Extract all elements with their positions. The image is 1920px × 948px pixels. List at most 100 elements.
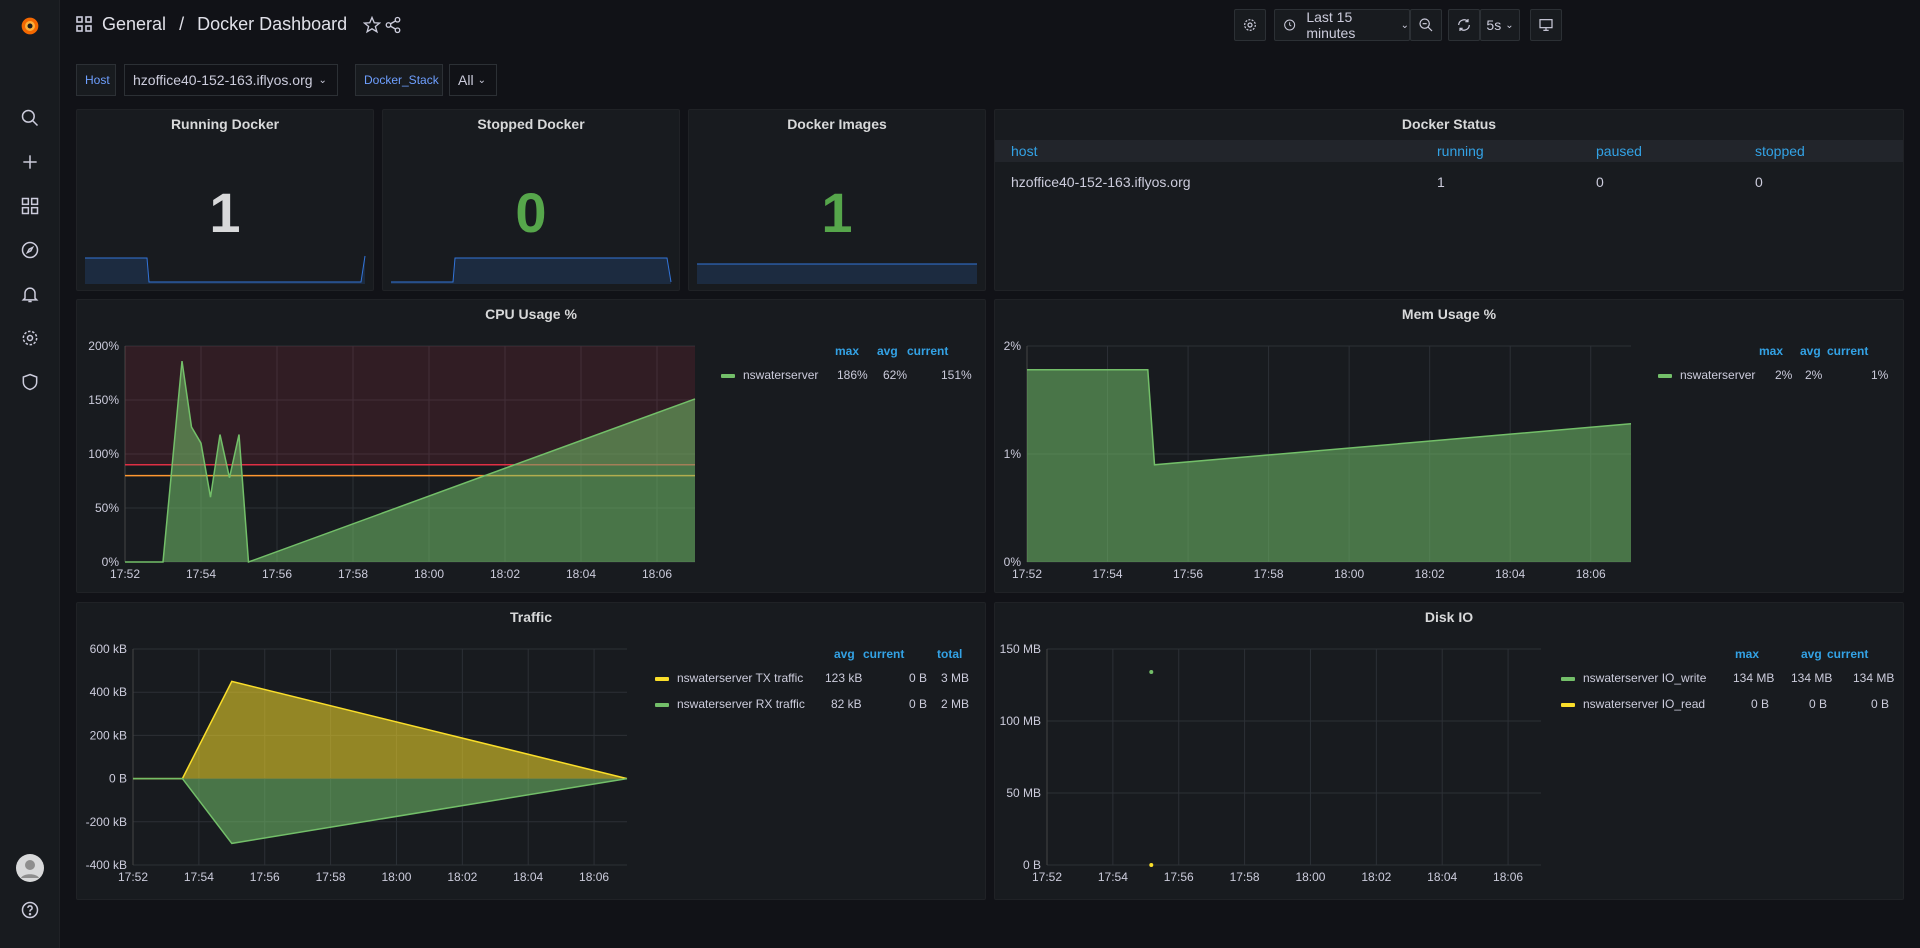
legend-current: 0 B — [909, 697, 928, 711]
legend-header-current[interactable]: current — [907, 344, 948, 358]
help-icon[interactable] — [18, 898, 42, 922]
variable-value-host: hzoffice40-152-163.iflyos.org — [133, 72, 313, 88]
refresh-interval-picker[interactable]: 5s ⌄ — [1480, 9, 1520, 41]
side-menu — [0, 0, 60, 948]
legend-max: 2% — [1775, 368, 1793, 382]
legend-swatch — [655, 677, 669, 681]
user-avatar[interactable] — [16, 854, 44, 882]
cell-running: 1 — [1437, 174, 1445, 190]
stat-value-stopped: 0 — [515, 181, 547, 244]
y-tick-label: 200% — [88, 339, 119, 353]
breadcrumb-folder[interactable]: General — [102, 14, 166, 34]
data-point — [1149, 670, 1154, 675]
column-header-stopped[interactable]: stopped — [1755, 143, 1805, 159]
share-icon[interactable] — [384, 16, 402, 39]
legend-series-name[interactable]: nswaterserver RX traffic — [677, 697, 805, 711]
breadcrumb-dashboard-title[interactable]: Docker Dashboard — [197, 14, 347, 34]
grafana-logo-icon[interactable] — [18, 14, 42, 38]
chevron-down-icon: ⌄ — [1505, 19, 1514, 31]
cell-paused: 0 — [1596, 174, 1604, 190]
legend-series-name[interactable]: nswaterserver — [1680, 368, 1755, 382]
cpu-usage-chart[interactable]: 17:52 17:54 17:56 17:58 18:00 18:02 18:04 18:06… — [77, 300, 697, 593]
zoom-out-icon — [1419, 18, 1433, 32]
panel-stopped-docker: Stopped Docker 0 — [382, 109, 680, 291]
cell-host: hzoffice40-152-163.iflyos.org — [1011, 174, 1191, 190]
variable-value-docker-stack: All — [458, 72, 474, 88]
refresh-button[interactable] — [1448, 9, 1480, 41]
legend-avg: 62% — [883, 368, 908, 382]
x-tick-label: 18:00 — [1295, 870, 1325, 884]
alerting-bell-icon[interactable] — [18, 282, 42, 306]
y-tick-label: 0% — [102, 555, 120, 569]
x-tick-label: 18:06 — [579, 870, 609, 884]
legend-header-max[interactable]: max — [1759, 344, 1783, 358]
zoom-out-button[interactable] — [1410, 9, 1442, 41]
y-tick-label: 150 MB — [1000, 642, 1041, 656]
variable-label-docker-stack: Docker_Stack — [355, 64, 443, 96]
panel-title: Docker Status — [1401, 116, 1497, 132]
dashboards-icon[interactable] — [18, 194, 42, 218]
y-tick-label: 150% — [88, 393, 119, 407]
settings-gear-icon[interactable] — [18, 326, 42, 350]
panel-traffic: Traffic 17:52 17:54 17:56 17:58 18:00 18:02 18… — [76, 602, 986, 900]
breadcrumb-separator: / — [179, 14, 185, 34]
legend-series-name[interactable]: nswaterserver TX traffic — [677, 671, 803, 685]
legend-series-name[interactable]: nswaterserver IO_write — [1583, 671, 1706, 685]
plus-icon[interactable] — [18, 150, 42, 174]
breadcrumb: General / Docker Dashboard — [102, 14, 347, 35]
column-header-host[interactable]: host — [1011, 143, 1037, 159]
dashboard-settings-button[interactable] — [1234, 9, 1266, 41]
legend-avg: 0 B — [1809, 697, 1828, 711]
x-tick-label: 18:00 — [1334, 567, 1364, 581]
traffic-chart[interactable]: 17:52 17:54 17:56 17:58 18:00 18:02 18:04 18:06… — [77, 603, 637, 900]
legend-header-avg[interactable]: avg — [877, 344, 898, 358]
legend-max: 134 MB — [1733, 671, 1775, 685]
time-range-picker[interactable]: Last 15 minutes ⌄ — [1274, 9, 1410, 41]
legend-header-total[interactable]: total — [937, 647, 962, 661]
column-header-running[interactable]: running — [1437, 143, 1484, 159]
y-tick-label: 200 kB — [90, 728, 127, 742]
x-tick-label: 17:52 — [110, 567, 140, 581]
x-tick-label: 17:54 — [186, 567, 216, 581]
legend-header-current[interactable]: current — [863, 647, 904, 661]
search-icon[interactable] — [18, 106, 42, 130]
legend-swatch — [721, 374, 735, 378]
monitor-icon — [1539, 19, 1553, 31]
legend-current: 1% — [1871, 368, 1889, 382]
x-tick-label: 18:02 — [490, 567, 520, 581]
y-tick-label: -200 kB — [86, 815, 127, 829]
star-icon[interactable] — [362, 15, 382, 39]
dashboard-grid-icon — [76, 16, 92, 37]
shield-icon[interactable] — [18, 370, 42, 394]
legend-header-max[interactable]: max — [835, 344, 859, 358]
legend-header-avg[interactable]: avg — [1801, 647, 1822, 661]
legend-series-name[interactable]: nswaterserver — [743, 368, 818, 382]
legend-swatch — [1561, 703, 1575, 707]
legend-header-current[interactable]: current — [1827, 344, 1868, 358]
panel-docker-images: Docker Images 1 — [688, 109, 986, 291]
chevron-down-icon: ⌄ — [477, 74, 486, 86]
x-tick-label: 17:52 — [1012, 567, 1042, 581]
x-tick-label: 17:58 — [1254, 567, 1284, 581]
variable-select-docker-stack[interactable]: All ⌄ — [449, 64, 497, 96]
x-tick-label: 18:06 — [642, 567, 672, 581]
legend-header-avg[interactable]: avg — [834, 647, 855, 661]
panel-disk-io: Disk IO 17:52 17:54 17:56 17:58 18:00 18:02 18… — [994, 602, 1904, 900]
chevron-down-icon: ⌄ — [318, 74, 327, 86]
legend-header-avg[interactable]: avg — [1800, 344, 1821, 358]
legend-avg: 2% — [1805, 368, 1823, 382]
mem-usage-chart[interactable]: 17:52 17:54 17:56 17:58 18:00 18:02 18:04 18:06… — [995, 300, 1635, 593]
legend-header-max[interactable]: max — [1735, 647, 1759, 661]
panel-title: Docker Images — [787, 116, 887, 132]
column-header-paused[interactable]: paused — [1596, 143, 1642, 159]
y-tick-label: 50% — [95, 501, 119, 515]
disk-io-chart[interactable]: 17:52 17:54 17:56 17:58 18:00 18:02 18:04 18:06… — [995, 603, 1555, 900]
tv-mode-button[interactable] — [1530, 9, 1562, 41]
explore-compass-icon[interactable] — [18, 238, 42, 262]
legend-header-current[interactable]: current — [1827, 647, 1868, 661]
x-tick-label: 17:56 — [1164, 870, 1194, 884]
stat-value-images: 1 — [821, 181, 853, 244]
variable-select-host[interactable]: hzoffice40-152-163.iflyos.org ⌄ — [124, 64, 338, 96]
legend-series-name[interactable]: nswaterserver IO_read — [1583, 697, 1705, 711]
x-tick-label: 17:56 — [1173, 567, 1203, 581]
